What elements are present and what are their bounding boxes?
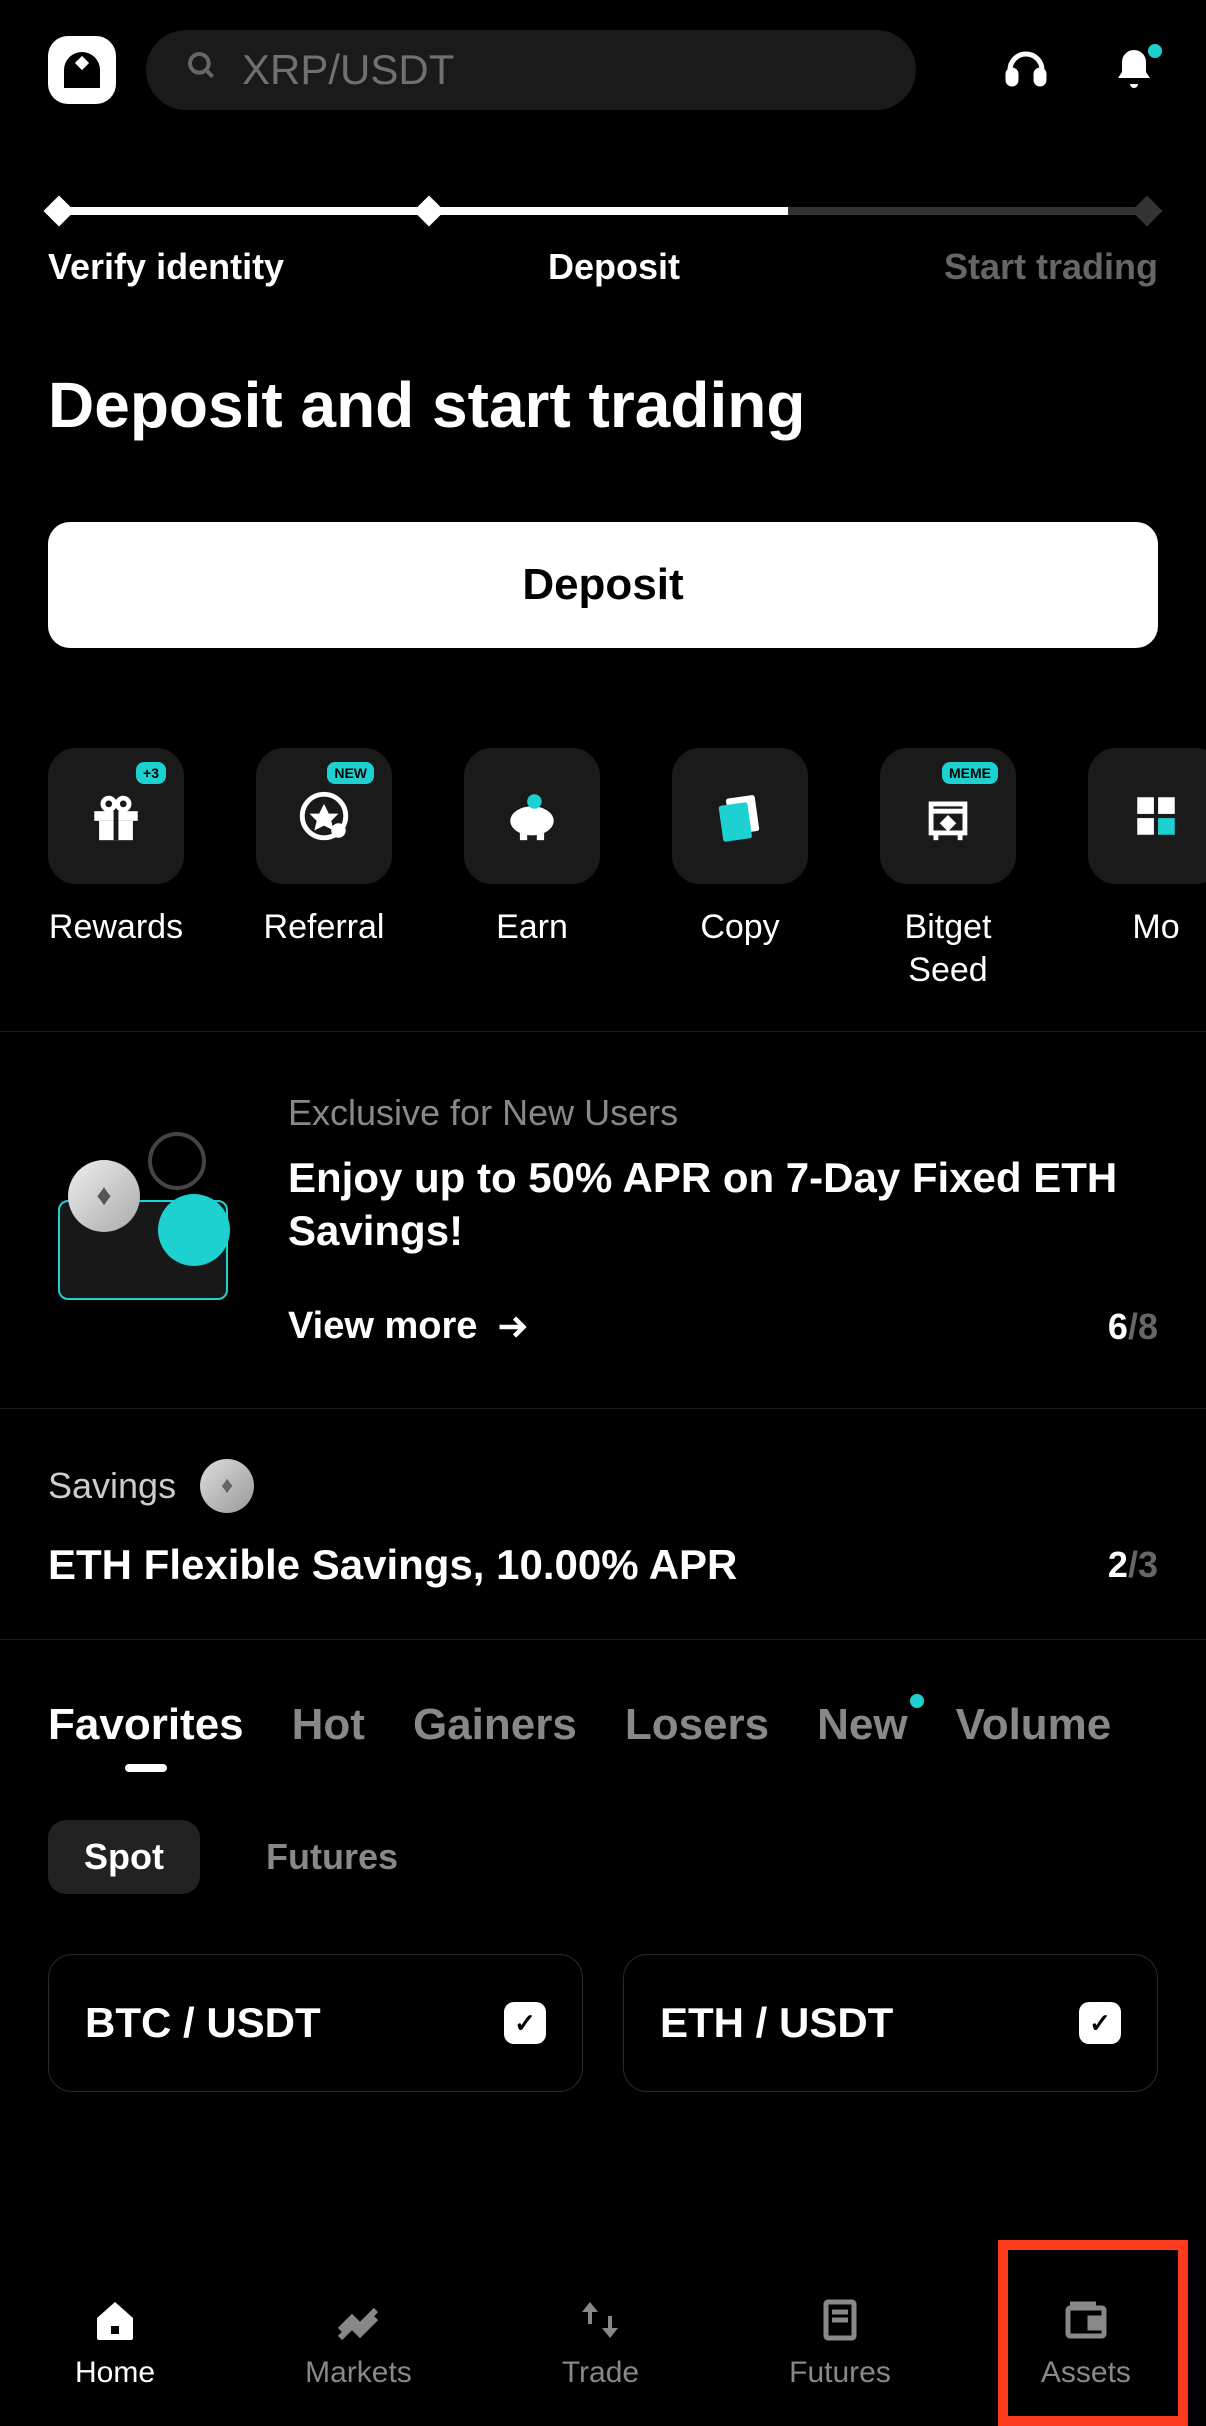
badge: NEW <box>327 762 374 784</box>
savings-banner[interactable]: Savings ♦ ETH Flexible Savings, 10.00% A… <box>0 1409 1206 1640</box>
arrow-right-icon <box>495 1309 531 1345</box>
pair-name: BTC / USDT <box>85 1999 321 2047</box>
quick-more[interactable]: Mo <box>1088 748 1206 991</box>
quick-label: Earn <box>496 906 568 949</box>
search-input[interactable]: XRP/USDT <box>146 30 916 110</box>
tab-gainers[interactable]: Gainers <box>413 1700 577 1750</box>
quick-copy[interactable]: Copy <box>672 748 808 991</box>
support-icon[interactable] <box>1002 46 1050 94</box>
market-tabs: Favorites Hot Gainers Losers New Volume <box>0 1640 1206 1780</box>
nav-trade[interactable]: Trade <box>562 2296 639 2390</box>
quick-label: Copy <box>700 906 779 949</box>
pair-name: ETH / USDT <box>660 1999 893 2047</box>
pair-card[interactable]: ETH / USDT ✓ <box>623 1954 1158 2092</box>
chart-icon <box>334 2296 382 2344</box>
quick-referral[interactable]: NEW Referral <box>256 748 392 991</box>
promo-pager: 6/8 <box>1108 1306 1158 1348</box>
referral-icon: NEW <box>256 748 392 884</box>
nav-futures[interactable]: Futures <box>789 2296 891 2390</box>
tab-new[interactable]: New <box>817 1700 907 1750</box>
gift-icon: +3 <box>48 748 184 884</box>
quick-label: Rewards <box>49 906 183 949</box>
search-placeholder: XRP/USDT <box>242 46 454 94</box>
piggy-icon <box>464 748 600 884</box>
step-label: Verify identity <box>48 246 284 288</box>
quick-label: Referral <box>264 906 385 949</box>
app-logo[interactable] <box>48 36 116 104</box>
progress-stepper: Verify identity Deposit Start trading <box>0 140 1206 308</box>
step-label: Start trading <box>944 246 1158 288</box>
step-marker <box>413 195 444 226</box>
trade-icon <box>576 2296 624 2344</box>
step-marker <box>43 195 74 226</box>
quick-label: Bitget Seed <box>880 906 1016 991</box>
market-subtabs: Spot Futures <box>0 1780 1206 1934</box>
promo-title: Enjoy up to 50% APR on 7-Day Fixed ETH S… <box>288 1152 1158 1257</box>
notifications-icon[interactable] <box>1110 46 1158 94</box>
tab-losers[interactable]: Losers <box>625 1700 769 1750</box>
promo-illustration: ♦ <box>48 1130 248 1310</box>
quick-seed[interactable]: MEME Bitget Seed <box>880 748 1016 991</box>
bottom-nav: Home Markets Trade Futures Assets <box>0 2250 1206 2426</box>
promo-eyebrow: Exclusive for New Users <box>288 1092 1158 1134</box>
view-more-link[interactable]: View more <box>288 1305 531 1348</box>
badge: +3 <box>136 762 166 784</box>
subtab-spot[interactable]: Spot <box>48 1820 200 1894</box>
deposit-button[interactable]: Deposit <box>48 522 1158 648</box>
nav-assets[interactable]: Assets <box>1041 2296 1131 2390</box>
nav-home[interactable]: Home <box>75 2296 155 2390</box>
subtab-futures[interactable]: Futures <box>230 1820 434 1894</box>
doc-icon <box>816 2296 864 2344</box>
step-label: Deposit <box>548 246 680 288</box>
tab-favorites[interactable]: Favorites <box>48 1700 244 1750</box>
badge: MEME <box>942 762 998 784</box>
search-icon <box>186 50 218 90</box>
tab-dot <box>910 1694 924 1708</box>
quick-rewards[interactable]: +3 Rewards <box>48 748 184 991</box>
quick-label: Mo <box>1132 906 1179 949</box>
tab-hot[interactable]: Hot <box>292 1700 365 1750</box>
hero-title: Deposit and start trading <box>48 368 1158 442</box>
savings-title: ETH Flexible Savings, 10.00% APR <box>48 1541 737 1589</box>
quick-actions: +3 Rewards NEW Referral Earn Copy MEME B… <box>0 648 1206 1031</box>
eth-icon: ♦ <box>200 1459 254 1513</box>
tab-volume[interactable]: Volume <box>956 1700 1112 1750</box>
savings-pager: 2/3 <box>1108 1544 1158 1586</box>
notification-dot <box>1148 44 1162 58</box>
grid-icon <box>1088 748 1206 884</box>
wallet-icon <box>1062 2296 1110 2344</box>
quick-earn[interactable]: Earn <box>464 748 600 991</box>
seed-icon: MEME <box>880 748 1016 884</box>
favorite-check-icon[interactable]: ✓ <box>504 2002 546 2044</box>
savings-label: Savings <box>48 1465 176 1507</box>
step-marker <box>1131 195 1162 226</box>
favorite-check-icon[interactable]: ✓ <box>1079 2002 1121 2044</box>
promo-banner[interactable]: ♦ Exclusive for New Users Enjoy up to 50… <box>0 1031 1206 1409</box>
copy-icon <box>672 748 808 884</box>
nav-markets[interactable]: Markets <box>305 2296 412 2390</box>
home-icon <box>91 2296 139 2344</box>
pair-card[interactable]: BTC / USDT ✓ <box>48 1954 583 2092</box>
